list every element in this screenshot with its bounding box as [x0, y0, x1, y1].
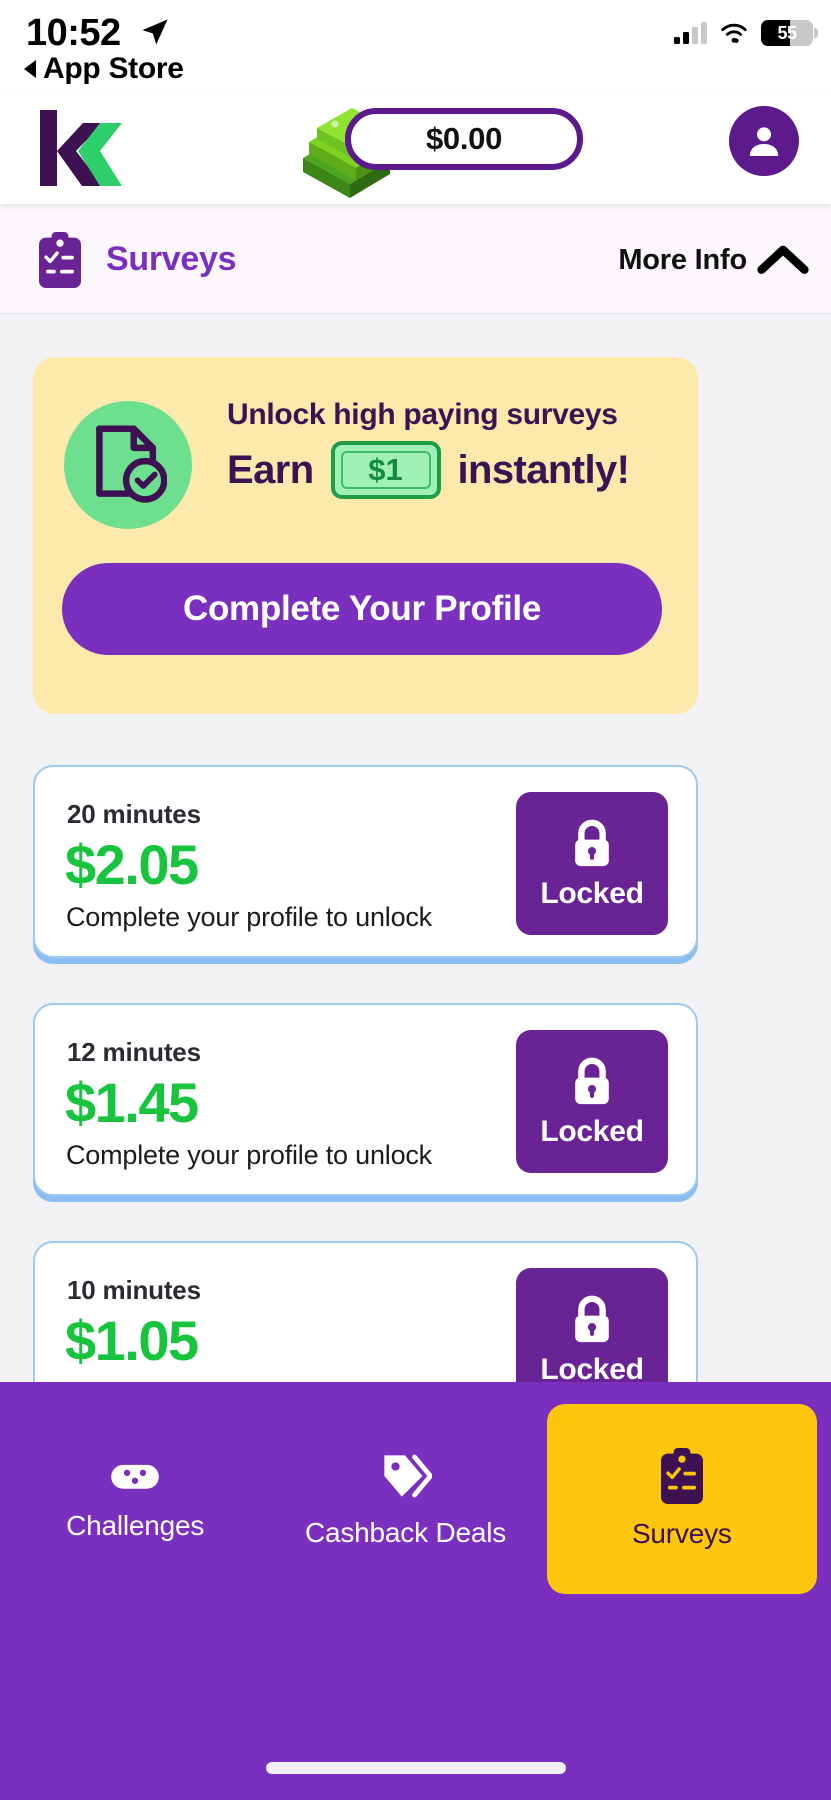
balance-pill[interactable]: $0.00 [345, 108, 583, 170]
back-to-app-store-link[interactable]: App Store [24, 52, 184, 86]
status-bar-time: 10:52 [26, 12, 121, 54]
bottom-navigation-bar: Challenges Cashback Deals Surveys [0, 1382, 831, 1800]
promo-headline: Unlock high paying surveys [227, 398, 618, 431]
status-bar: 10:52 55 App Store [0, 0, 831, 92]
survey-locked-button[interactable]: Locked [516, 1268, 668, 1384]
survey-locked-label: Locked [540, 1352, 644, 1385]
user-avatar-icon[interactable] [729, 106, 799, 176]
nav-label-surveys: Surveys [631, 1518, 732, 1549]
survey-amount: $1.45 [65, 1071, 199, 1134]
home-indicator[interactable] [265, 1762, 566, 1774]
complete-your-profile-button[interactable]: Complete Your Profile [62, 563, 662, 655]
cta-label: Complete Your Profile [182, 589, 542, 628]
survey-duration: 10 minutes [67, 1275, 201, 1305]
nav-item-cashback-deals[interactable]: Cashback Deals [270, 1404, 540, 1594]
promo-card: Unlock high paying surveys Earn $1 insta… [33, 357, 698, 714]
gamepad-icon [111, 1464, 159, 1489]
promo-earn-label: Earn [227, 447, 314, 492]
kk-logo[interactable] [36, 110, 132, 191]
app-screen: 10:52 55 App Store $0.00 Surveys More In… [0, 0, 831, 1800]
battery-icon: 55 [761, 20, 818, 46]
lock-icon [575, 1295, 609, 1342]
more-info-label[interactable]: More Info [618, 244, 747, 277]
survey-amount: $2.05 [65, 833, 199, 896]
battery-percent: 55 [777, 22, 797, 43]
survey-card[interactable]: 10 minutes $1.05 Complete your profile t… [33, 1241, 698, 1384]
survey-subtitle: Complete your profile to unlock [66, 902, 432, 932]
survey-subtitle: Complete your profile to unlock [66, 1140, 432, 1170]
back-triangle-icon [24, 60, 36, 78]
promo-bill-value: $1 [368, 452, 403, 487]
surveys-list[interactable]: Unlock high paying surveys Earn $1 insta… [0, 314, 831, 1384]
survey-amount: $1.05 [65, 1309, 199, 1372]
nav-item-challenges[interactable]: Challenges [0, 1404, 270, 1594]
app-header: $0.00 [0, 92, 831, 204]
balance-display[interactable]: $0.00 [303, 108, 583, 198]
status-bar-indicators: 55 [674, 20, 818, 46]
survey-card[interactable]: 20 minutes $2.05 Complete your profile t… [33, 765, 698, 958]
nav-item-surveys[interactable]: Surveys [546, 1404, 817, 1594]
lock-icon [575, 819, 609, 866]
page-title: Surveys [106, 240, 237, 278]
cellular-signal-icon [674, 22, 707, 44]
document-check-icon [64, 401, 192, 529]
survey-locked-button[interactable]: Locked [516, 792, 668, 935]
survey-locked-label: Locked [540, 876, 644, 910]
survey-card[interactable]: 12 minutes $1.45 Complete your profile t… [33, 1003, 698, 1196]
survey-duration: 12 minutes [67, 1037, 201, 1067]
balance-amount: $0.00 [425, 121, 503, 156]
promo-instantly-label: instantly! [457, 447, 630, 492]
chevron-up-icon[interactable] [757, 242, 809, 281]
dollar-bill-icon: $1 [330, 441, 441, 499]
wifi-icon [721, 23, 747, 43]
survey-locked-label: Locked [540, 1114, 644, 1148]
nav-label-challenges: Challenges [66, 1510, 205, 1541]
lock-icon [575, 1057, 609, 1104]
clipboard-checklist-icon [36, 232, 84, 293]
promo-earn-row: Earn $1 instantly! [227, 441, 630, 499]
tags-icon [384, 1454, 433, 1498]
survey-locked-button[interactable]: Locked [516, 1030, 668, 1173]
back-label: App Store [43, 52, 184, 85]
survey-duration: 20 minutes [67, 799, 201, 829]
clipboard-checklist-icon [660, 1448, 703, 1504]
surveys-section-header: Surveys More Info [0, 204, 831, 314]
nav-label-cashback-deals: Cashback Deals [304, 1517, 507, 1548]
